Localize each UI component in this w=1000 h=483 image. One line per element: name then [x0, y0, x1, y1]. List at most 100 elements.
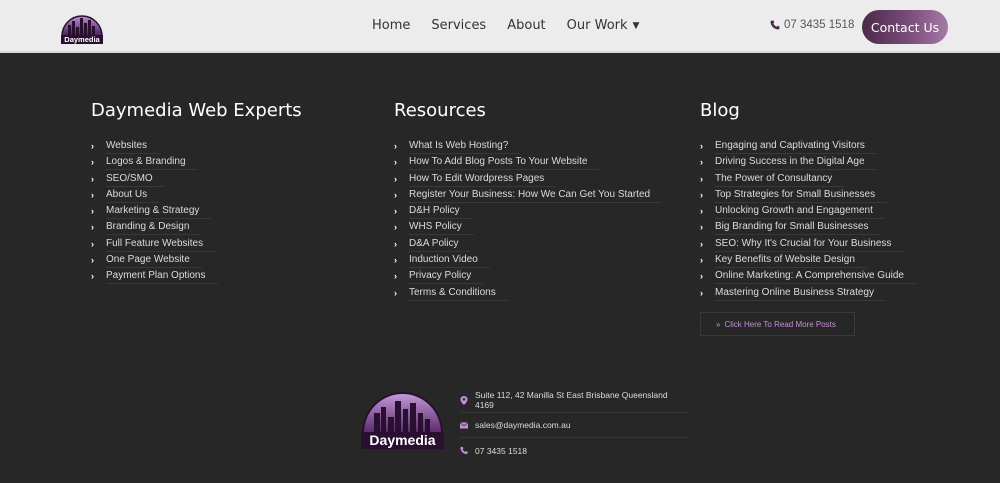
- chevron-right-icon: ›: [394, 222, 397, 233]
- list-item[interactable]: › Driving Success in the Digital Age: [700, 155, 916, 171]
- experts-column: Daymedia Web Experts › Websites › Logos & …: [91, 100, 302, 286]
- list-item-label: WHS Policy: [409, 220, 474, 236]
- list-item[interactable]: › Unlocking Growth and Engagement: [700, 204, 916, 220]
- blog-column: Blog › Engaging and Captivating Visitors …: [700, 100, 916, 302]
- chevron-right-icon: ›: [700, 157, 703, 168]
- chevron-right-icon: ›: [394, 255, 397, 266]
- list-item[interactable]: › Top Strategies for Small Businesses: [700, 188, 916, 204]
- list-item-label: Register Your Business: How We Can Get Y…: [409, 188, 663, 203]
- list-item-label: Induction Video: [409, 253, 490, 269]
- list-item-label: SEO/SMO: [106, 172, 165, 187]
- list-item[interactable]: › D&H Policy: [394, 204, 662, 220]
- phone-icon: [460, 446, 468, 455]
- chevron-right-icon: ›: [394, 157, 397, 168]
- chevron-right-icon: ›: [700, 206, 703, 217]
- svg-text:Daymedia: Daymedia: [369, 432, 435, 448]
- list-item[interactable]: › Register Your Business: How We Can Get …: [394, 188, 663, 204]
- list-item-label: Terms & Conditions: [409, 286, 508, 301]
- nav-our-work-label: Our Work: [566, 18, 628, 33]
- daymedia-logo[interactable]: Daymedia: [60, 10, 104, 44]
- list-item[interactable]: › The Power of Consultancy: [700, 172, 916, 188]
- footer-address[interactable]: Suite 112, 42 Manilla St East Brisbane Q…: [460, 388, 688, 413]
- chevron-right-icon: ›: [91, 157, 94, 168]
- list-item[interactable]: › Full Feature Websites: [91, 237, 302, 253]
- resources-column: Resources › What Is Web Hosting? › How To …: [394, 100, 663, 302]
- list-item-label: What Is Web Hosting?: [409, 139, 521, 154]
- list-item-label: Big Branding for Small Businesses: [715, 220, 881, 236]
- list-item-label: Websites: [106, 139, 159, 154]
- list-item[interactable]: › Online Marketing: A Comprehensive Guide: [700, 269, 916, 285]
- double-chevron-right-icon: »: [716, 319, 721, 329]
- nav-services[interactable]: Services: [431, 17, 486, 35]
- contact-us-button[interactable]: Contact Us: [862, 10, 948, 44]
- list-item[interactable]: › Privacy Policy: [394, 269, 662, 285]
- list-item-label: Payment Plan Options: [106, 269, 218, 285]
- list-item-label: How To Edit Wordpress Pages: [409, 172, 557, 187]
- list-item-label: Full Feature Websites: [106, 237, 216, 252]
- list-item-label: Logos & Branding: [106, 155, 198, 171]
- list-item-label: Online Marketing: A Comprehensive Guide: [715, 269, 916, 285]
- list-item[interactable]: › D&A Policy: [394, 237, 662, 253]
- chevron-right-icon: ›: [91, 271, 94, 282]
- footer-phone[interactable]: 07 3435 1518: [460, 438, 688, 463]
- list-item[interactable]: › Branding & Design: [91, 220, 302, 236]
- chevron-right-icon: ›: [91, 255, 94, 266]
- list-item-label: SEO: Why It's Crucial for Your Business: [715, 237, 904, 252]
- list-item[interactable]: › Payment Plan Options: [91, 269, 302, 285]
- chevron-right-icon: ›: [91, 173, 94, 184]
- list-item[interactable]: › Terms & Conditions: [394, 286, 662, 302]
- chevron-right-icon: ›: [700, 238, 703, 249]
- footer-logo[interactable]: Daymedia: [360, 385, 445, 449]
- list-item[interactable]: › Induction Video: [394, 253, 662, 269]
- list-item-label: D&A Policy: [409, 237, 471, 252]
- chevron-right-icon: ›: [394, 271, 397, 282]
- list-item[interactable]: › One Page Website: [91, 253, 302, 269]
- chevron-right-icon: ›: [394, 141, 397, 151]
- list-item-label: One Page Website: [106, 253, 202, 269]
- read-more-posts-button[interactable]: » Click Here To Read More Posts: [700, 312, 855, 336]
- list-item[interactable]: › Logos & Branding: [91, 155, 302, 171]
- chevron-right-icon: ›: [700, 189, 703, 200]
- list-item[interactable]: › How To Edit Wordpress Pages: [394, 172, 662, 188]
- chevron-right-icon: ›: [700, 255, 703, 266]
- nav-home[interactable]: Home: [372, 17, 410, 35]
- list-item[interactable]: › SEO/SMO: [91, 172, 302, 188]
- chevron-right-icon: ›: [91, 189, 94, 200]
- list-item-label: Engaging and Captivating Visitors: [715, 139, 877, 154]
- site-header: Daymedia Home Services About Our Work ▼ 0…: [0, 0, 1000, 53]
- chevron-right-icon: ›: [394, 238, 397, 249]
- header-phone-number: 07 3435 1518: [784, 19, 855, 31]
- chevron-right-icon: ›: [700, 141, 703, 151]
- blog-list: › Engaging and Captivating Visitors › Driv…: [700, 139, 916, 302]
- footer-email[interactable]: sales@daymedia.com.au: [460, 413, 688, 438]
- nav-about-label: About: [507, 18, 546, 33]
- chevron-right-icon: ›: [91, 206, 94, 217]
- list-item[interactable]: › Big Branding for Small Businesses: [700, 220, 916, 236]
- list-item[interactable]: › WHS Policy: [394, 220, 662, 236]
- chevron-right-icon: ›: [700, 271, 703, 282]
- list-item[interactable]: › Engaging and Captivating Visitors: [700, 139, 916, 155]
- nav-home-label: Home: [372, 18, 411, 33]
- nav-our-work[interactable]: Our Work ▼: [567, 17, 640, 35]
- blog-title: Blog: [700, 100, 740, 121]
- header-phone[interactable]: 07 3435 1518: [770, 19, 854, 31]
- experts-list: › Websites › Logos & Branding › SEO/SMO › Ab…: [91, 139, 302, 286]
- list-item[interactable]: › What Is Web Hosting?: [394, 139, 662, 155]
- list-item[interactable]: › Mastering Online Business Strategy: [700, 286, 916, 302]
- nav-about[interactable]: About: [507, 17, 545, 35]
- svg-text:Daymedia: Daymedia: [64, 35, 100, 44]
- list-item[interactable]: › Websites: [91, 139, 302, 155]
- list-item[interactable]: › How To Add Blog Posts To Your Website: [394, 155, 662, 171]
- list-item[interactable]: › SEO: Why It's Crucial for Your Business: [700, 237, 916, 253]
- chevron-right-icon: ›: [700, 287, 703, 298]
- nav-services-label: Services: [431, 18, 487, 33]
- footer-address-text: Suite 112, 42 Manilla St East Brisbane Q…: [474, 390, 668, 410]
- list-item[interactable]: › Marketing & Strategy: [91, 204, 302, 220]
- location-pin-icon: [460, 395, 468, 405]
- list-item-label: Driving Success in the Digital Age: [715, 155, 877, 171]
- footer-email-text: sales@daymedia.com.au: [475, 420, 571, 430]
- list-item[interactable]: › Key Benefits of Website Design: [700, 253, 916, 269]
- chevron-right-icon: ›: [700, 222, 703, 233]
- list-item[interactable]: › About Us: [91, 188, 302, 204]
- chevron-right-icon: ›: [394, 287, 397, 298]
